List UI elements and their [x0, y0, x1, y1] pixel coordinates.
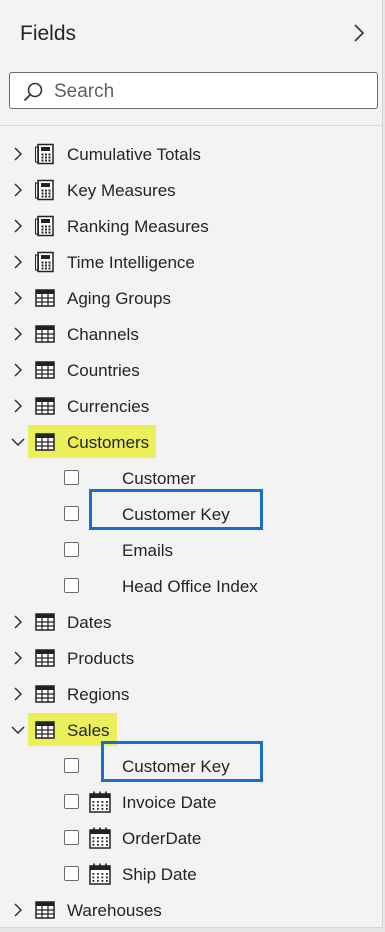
chevron-right-icon[interactable] — [10, 218, 26, 234]
table-row-time-intelligence[interactable]: Time Intelligence — [0, 244, 383, 280]
table-label: Key Measures — [67, 181, 176, 200]
chevron-right-icon[interactable] — [10, 362, 26, 378]
chevron-right-icon[interactable] — [10, 254, 26, 270]
chevron-down-icon[interactable] — [10, 722, 26, 738]
table-label: Sales — [67, 721, 110, 740]
table-icon — [35, 649, 55, 667]
table-label: Channels — [67, 325, 139, 344]
table-row-warehouses[interactable]: Warehouses — [0, 892, 383, 928]
calculator-icon — [35, 215, 54, 237]
table-icon — [35, 289, 55, 307]
field-row-ship-date[interactable]: Ship Date — [0, 856, 383, 892]
field-row-customer-key[interactable]: Customer Key — [0, 741, 383, 784]
table-row-customers[interactable]: Customers — [0, 424, 383, 460]
table-icon — [35, 361, 55, 379]
callout-box — [101, 741, 263, 782]
search-input[interactable] — [52, 77, 366, 107]
chevron-right-icon[interactable] — [10, 902, 26, 918]
field-checkbox[interactable] — [64, 578, 79, 593]
table-label: Warehouses — [67, 901, 162, 920]
field-checkbox[interactable] — [64, 830, 79, 845]
table-row-products[interactable]: Products — [0, 640, 383, 676]
table-row-ranking-measures[interactable]: Ranking Measures — [0, 208, 383, 244]
calculator-icon — [35, 251, 54, 273]
table-label: Regions — [67, 685, 130, 704]
field-checkbox[interactable] — [64, 866, 79, 881]
table-row-dates[interactable]: Dates — [0, 604, 383, 640]
calendar-icon — [89, 863, 111, 885]
table-label: Products — [67, 649, 135, 668]
table-row-channels[interactable]: Channels — [0, 316, 383, 352]
table-row-countries[interactable]: Countries — [0, 352, 383, 388]
field-label: Invoice Date — [122, 793, 217, 812]
field-list: Cumulative Totals Key Measures Ranking Mea… — [0, 136, 383, 928]
fields-pane: Fields Cumulative Totals Key Measures Rank… — [0, 0, 383, 928]
table-label: Cumulative Totals — [67, 145, 201, 164]
chevron-right-icon[interactable] — [10, 182, 26, 198]
table-label: Aging Groups — [67, 289, 171, 308]
table-label: Countries — [67, 361, 140, 380]
search-icon — [23, 82, 43, 102]
field-checkbox[interactable] — [64, 794, 79, 809]
pane-header: Fields — [0, 0, 383, 64]
search-box[interactable] — [9, 72, 378, 109]
chevron-right-icon[interactable] — [10, 326, 26, 342]
calculator-icon — [35, 143, 54, 165]
chevron-right-icon — [354, 24, 365, 42]
table-row-cumulative-totals[interactable]: Cumulative Totals — [0, 136, 383, 172]
table-label: Ranking Measures — [67, 217, 209, 236]
field-label: Customer — [122, 469, 196, 488]
table-row-currencies[interactable]: Currencies — [0, 388, 383, 424]
table-icon — [35, 613, 55, 631]
field-row-invoice-date[interactable]: Invoice Date — [0, 784, 383, 820]
chevron-right-icon[interactable] — [10, 398, 26, 414]
table-label: Customers — [67, 433, 150, 452]
chevron-right-icon[interactable] — [10, 290, 26, 306]
table-row-key-measures[interactable]: Key Measures — [0, 172, 383, 208]
table-label: Time Intelligence — [67, 253, 195, 272]
field-label: Emails — [122, 541, 174, 560]
callout-box — [89, 489, 263, 530]
table-row-aging-groups[interactable]: Aging Groups — [0, 280, 383, 316]
calendar-icon — [89, 827, 111, 849]
calendar-icon — [89, 791, 111, 813]
table-icon — [35, 397, 55, 415]
divider — [0, 125, 383, 126]
chevron-down-icon[interactable] — [10, 434, 26, 450]
pane-title: Fields — [20, 22, 77, 45]
chevron-right-icon[interactable] — [10, 614, 26, 630]
field-checkbox[interactable] — [64, 758, 79, 773]
chevron-right-icon[interactable] — [10, 650, 26, 666]
table-label: Currencies — [67, 397, 150, 416]
table-label: Dates — [67, 613, 112, 632]
table-row-regions[interactable]: Regions — [0, 676, 383, 712]
field-label: Head Office Index — [122, 577, 258, 596]
field-row-orderdate[interactable]: OrderDate — [0, 820, 383, 856]
chevron-right-icon[interactable] — [10, 686, 26, 702]
table-icon — [35, 685, 55, 703]
field-row-customer-key[interactable]: Customer Key — [0, 489, 383, 532]
field-label: Ship Date — [122, 865, 197, 884]
table-icon — [35, 721, 55, 739]
field-checkbox[interactable] — [64, 542, 79, 557]
calculator-icon — [35, 179, 54, 201]
field-row-emails[interactable]: Emails — [0, 532, 383, 568]
table-icon — [35, 325, 55, 343]
collapse-pane-button[interactable] — [349, 22, 369, 44]
field-row-head-office-index[interactable]: Head Office Index — [0, 568, 383, 604]
field-label: OrderDate — [122, 829, 202, 848]
table-icon — [35, 433, 55, 451]
table-icon — [35, 901, 55, 919]
field-checkbox[interactable] — [64, 506, 79, 521]
chevron-right-icon[interactable] — [10, 146, 26, 162]
field-checkbox[interactable] — [64, 470, 79, 485]
